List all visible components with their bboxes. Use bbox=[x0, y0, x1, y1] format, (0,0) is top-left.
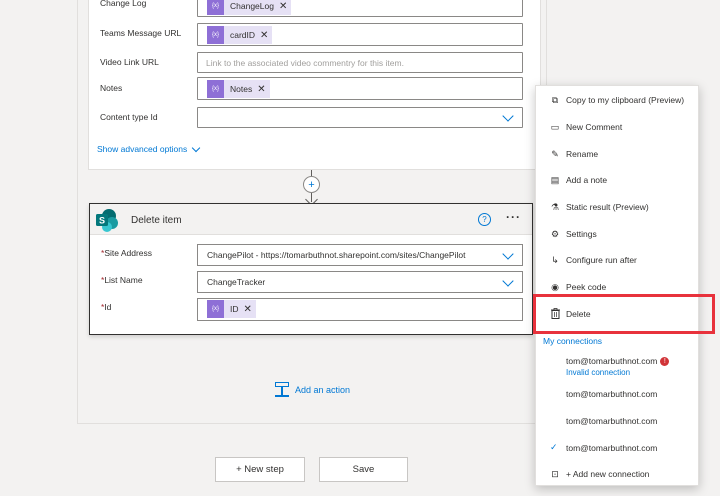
expression-icon: {x} bbox=[207, 26, 224, 44]
insert-step-button[interactable]: + bbox=[303, 176, 320, 193]
dynamic-token[interactable]: {x} Notes ✕ bbox=[207, 80, 270, 98]
dynamic-token[interactable]: {x} ChangeLog ✕ bbox=[207, 0, 292, 15]
content-type-dropdown[interactable] bbox=[197, 107, 523, 128]
site-address-label: *Site Address bbox=[101, 248, 152, 258]
field-label-text: List Name bbox=[104, 275, 143, 285]
menu-item-label: Rename bbox=[566, 149, 599, 159]
token-label: ChangeLog bbox=[230, 1, 274, 11]
remove-token-icon[interactable]: ✕ bbox=[244, 304, 252, 315]
menu-item-settings[interactable]: ⚙ Settings bbox=[536, 221, 698, 247]
card-title: Delete item bbox=[131, 215, 182, 226]
token-label: ID bbox=[230, 304, 239, 314]
menu-item-configure-run-after[interactable]: ↳ Configure run after bbox=[536, 247, 698, 273]
chevron-down-icon bbox=[192, 143, 201, 152]
note-icon: ▤ bbox=[550, 174, 560, 185]
id-label: *Id bbox=[101, 302, 111, 312]
dynamic-token[interactable]: {x} ID ✕ bbox=[207, 300, 256, 318]
annotation-highlight-box bbox=[533, 294, 715, 334]
comment-icon: ▭ bbox=[550, 121, 560, 132]
eye-icon: ◉ bbox=[551, 281, 559, 292]
field-label-text: Id bbox=[104, 302, 112, 312]
svg-text:S: S bbox=[99, 216, 105, 226]
teams-url-input[interactable]: {x} cardID ✕ bbox=[197, 23, 523, 46]
connection-icon: ⊡ bbox=[551, 468, 559, 479]
add-connection-label: + Add new connection bbox=[566, 469, 650, 479]
more-options-icon[interactable]: ··· bbox=[506, 210, 521, 224]
menu-item-new-comment[interactable]: ▭ New Comment bbox=[536, 114, 698, 140]
flow-icon: ↳ bbox=[551, 254, 559, 265]
expression-icon: {x} bbox=[207, 80, 224, 98]
pencil-icon: ✎ bbox=[551, 148, 559, 159]
token-label: cardID bbox=[230, 30, 256, 40]
add-action-label: Add an action bbox=[295, 385, 351, 395]
dynamic-token[interactable]: {x} cardID ✕ bbox=[207, 26, 273, 44]
expression-icon: {x} bbox=[207, 300, 224, 318]
show-advanced-label: Show advanced options bbox=[97, 144, 188, 154]
warning-icon: ! bbox=[660, 357, 670, 367]
menu-item-label: Static result (Preview) bbox=[566, 202, 649, 212]
menu-item-copy-to-clipboard[interactable]: ⧉ Copy to my clipboard (Preview) bbox=[536, 87, 698, 113]
site-address-dropdown[interactable]: ChangePilot - https://tomarbuthnot.share… bbox=[197, 244, 523, 266]
menu-item-add-note[interactable]: ▤ Add a note bbox=[536, 167, 698, 193]
token-label: Notes bbox=[230, 84, 253, 94]
id-input[interactable]: {x} ID ✕ bbox=[197, 298, 523, 321]
site-address-value: ChangePilot - https://tomarbuthnot.share… bbox=[207, 250, 466, 260]
connection-item[interactable]: tom@tomarbuthnot.com bbox=[566, 416, 657, 426]
connection-item[interactable]: tom@tomarbuthnot.com! bbox=[566, 356, 670, 367]
expression-icon: {x} bbox=[207, 0, 224, 15]
save-button[interactable]: Save bbox=[319, 457, 408, 482]
menu-item-label: Copy to my clipboard (Preview) bbox=[566, 95, 685, 105]
connection-item-selected[interactable]: tom@tomarbuthnot.com bbox=[566, 443, 657, 453]
connection-email: tom@tomarbuthnot.com bbox=[566, 356, 658, 366]
card-header[interactable]: S Delete item ? ··· bbox=[90, 204, 532, 235]
my-connections-heading: My connections bbox=[543, 336, 603, 346]
menu-item-static-result[interactable]: ⚗ Static result (Preview) bbox=[536, 194, 698, 220]
field-label: Change Log bbox=[100, 0, 147, 8]
field-label: Content type Id bbox=[100, 112, 158, 122]
notes-input[interactable]: {x} Notes ✕ bbox=[197, 77, 523, 100]
gear-icon: ⚙ bbox=[550, 228, 560, 239]
action-context-menu: ⧉ Copy to my clipboard (Preview) ▭ New Com… bbox=[535, 85, 699, 486]
video-link-input[interactable]: Link to the associated video commentry f… bbox=[197, 52, 523, 73]
add-new-connection-button[interactable]: ⊡ + Add new connection bbox=[536, 461, 698, 487]
remove-token-icon[interactable]: ✕ bbox=[260, 30, 268, 41]
field-label-text: Site Address bbox=[104, 248, 153, 258]
checkmark-icon: ✓ bbox=[550, 442, 558, 452]
show-advanced-options-link[interactable]: Show advanced options bbox=[97, 143, 201, 154]
upper-action-card: Change Log {x} ChangeLog ✕ Teams Message… bbox=[88, 0, 541, 170]
chevron-down-icon bbox=[502, 248, 514, 260]
delete-item-card: S Delete item ? ··· *Site Address Change… bbox=[89, 203, 533, 335]
menu-item-rename[interactable]: ✎ Rename bbox=[536, 141, 698, 167]
copy-icon: ⧉ bbox=[551, 94, 559, 105]
sharepoint-icon: S bbox=[96, 209, 118, 232]
help-icon[interactable]: ? bbox=[478, 213, 491, 226]
chevron-down-icon bbox=[502, 275, 514, 287]
menu-item-label: Add a note bbox=[566, 175, 608, 185]
remove-token-icon[interactable]: ✕ bbox=[279, 1, 287, 12]
change-log-input[interactable]: {x} ChangeLog ✕ bbox=[197, 0, 523, 17]
menu-item-label: Configure run after bbox=[566, 255, 637, 265]
invalid-connection-link[interactable]: Invalid connection bbox=[566, 368, 630, 377]
remove-token-icon[interactable]: ✕ bbox=[257, 84, 265, 95]
menu-item-label: New Comment bbox=[566, 122, 623, 132]
new-step-button[interactable]: + New step bbox=[215, 457, 305, 482]
list-name-dropdown[interactable]: ChangeTracker bbox=[197, 271, 523, 293]
field-label: Video Link URL bbox=[100, 57, 159, 67]
field-label: Notes bbox=[100, 83, 123, 93]
field-label: Teams Message URL bbox=[100, 28, 182, 38]
add-an-action-button[interactable]: Add an action bbox=[275, 382, 350, 398]
add-action-icon bbox=[275, 382, 289, 398]
chevron-down-icon bbox=[502, 110, 514, 122]
menu-item-label: Settings bbox=[566, 229, 597, 239]
menu-item-label: Peek code bbox=[566, 282, 607, 292]
beaker-icon: ⚗ bbox=[550, 201, 560, 212]
connection-item[interactable]: tom@tomarbuthnot.com bbox=[566, 389, 657, 399]
list-name-label: *List Name bbox=[101, 275, 143, 285]
list-name-value: ChangeTracker bbox=[207, 277, 266, 287]
